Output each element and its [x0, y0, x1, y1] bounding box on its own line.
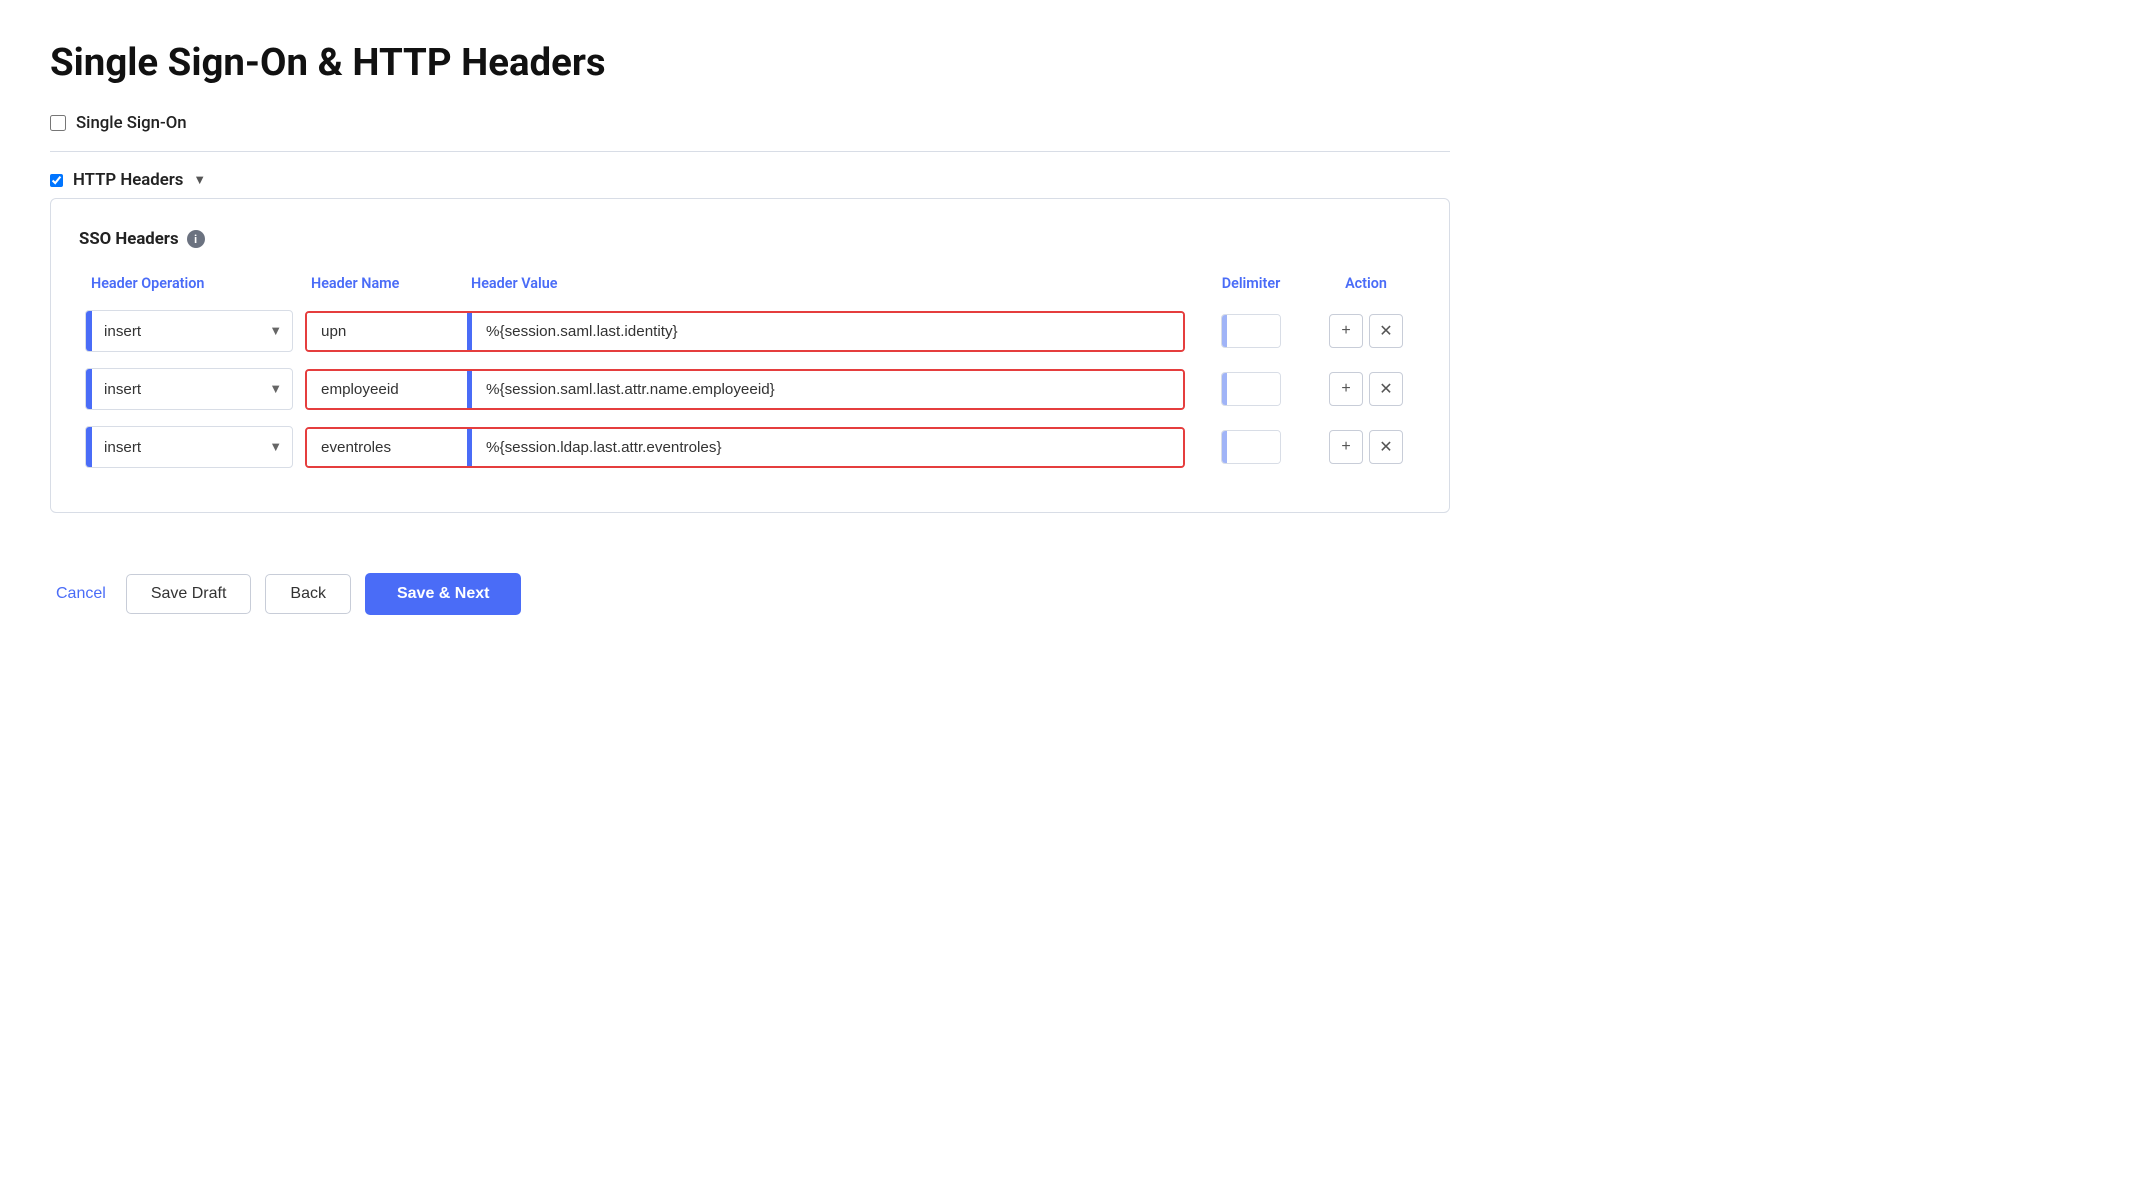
- http-headers-label[interactable]: HTTP Headers: [73, 170, 183, 190]
- remove-row-button-2[interactable]: ✕: [1369, 430, 1403, 464]
- footer: Cancel Save Draft Back Save & Next: [50, 573, 1450, 615]
- delimiter-input-1[interactable]: [1227, 373, 1281, 405]
- op-select-wrapper-1: insertreplacedelete ▼: [85, 368, 293, 410]
- add-row-button-1[interactable]: +: [1329, 372, 1363, 406]
- name-input-1[interactable]: [307, 371, 467, 408]
- name-value-cell-0: [299, 302, 1191, 360]
- sso-panel: SSO Headers i Header Operation Header Na…: [50, 198, 1450, 513]
- sso-checkbox[interactable]: [50, 115, 66, 131]
- back-button[interactable]: Back: [265, 574, 351, 614]
- http-headers-checkbox[interactable]: [50, 174, 63, 187]
- sso-table: Header Operation Header Name Header Valu…: [79, 267, 1421, 476]
- delimiter-cell-2: [1191, 418, 1311, 476]
- op-select-wrapper-2: insertreplacedelete ▼: [85, 426, 293, 468]
- name-value-cell-1: [299, 360, 1191, 418]
- delimiter-wrapper-2: [1197, 430, 1305, 464]
- name-value-wrapper-2: [305, 427, 1185, 468]
- name-value-cell-2: [299, 418, 1191, 476]
- operation-cell-2: insertreplacedelete ▼: [79, 418, 299, 476]
- delimiter-input-wrapper-1: [1221, 372, 1281, 406]
- delimiter-input-0[interactable]: [1227, 315, 1281, 347]
- sso-label[interactable]: Single Sign-On: [76, 113, 187, 133]
- action-buttons-2: + ✕: [1317, 430, 1415, 464]
- http-headers-row: HTTP Headers ▼: [50, 170, 1450, 190]
- table-header-row: Header Operation Header Name Header Valu…: [79, 267, 1421, 302]
- op-select-0[interactable]: insertreplacedelete: [92, 313, 259, 350]
- add-row-button-0[interactable]: +: [1329, 314, 1363, 348]
- value-input-0[interactable]: [472, 313, 1183, 350]
- save-next-button[interactable]: Save & Next: [365, 573, 522, 615]
- op-select-wrapper-0: insertreplacedelete ▼: [85, 310, 293, 352]
- op-select-arrow-1: ▼: [259, 381, 292, 397]
- op-select-1[interactable]: insertreplacedelete: [92, 371, 259, 408]
- table-row: insertreplacedelete ▼ + ✕: [79, 302, 1421, 360]
- info-icon[interactable]: i: [187, 230, 205, 248]
- delimiter-wrapper-1: [1197, 372, 1305, 406]
- name-input-0[interactable]: [307, 313, 467, 350]
- op-select-arrow-2: ▼: [259, 439, 292, 455]
- page-title: Single Sign-On & HTTP Headers: [50, 40, 1450, 85]
- delimiter-input-wrapper-0: [1221, 314, 1281, 348]
- operation-cell-1: insertreplacedelete ▼: [79, 360, 299, 418]
- name-input-2[interactable]: [307, 429, 467, 466]
- delimiter-wrapper-0: [1197, 314, 1305, 348]
- action-cell-2: + ✕: [1311, 418, 1421, 476]
- op-select-arrow-0: ▼: [259, 323, 292, 339]
- value-input-2[interactable]: [472, 429, 1183, 466]
- name-value-wrapper-1: [305, 369, 1185, 410]
- sso-headers-title-row: SSO Headers i: [79, 229, 1421, 249]
- table-row: insertreplacedelete ▼ + ✕: [79, 418, 1421, 476]
- delimiter-cell-1: [1191, 360, 1311, 418]
- action-cell-1: + ✕: [1311, 360, 1421, 418]
- save-draft-button[interactable]: Save Draft: [126, 574, 252, 614]
- action-buttons-0: + ✕: [1317, 314, 1415, 348]
- table-row: insertreplacedelete ▼ + ✕: [79, 360, 1421, 418]
- cancel-button[interactable]: Cancel: [50, 575, 112, 613]
- section-divider-1: [50, 151, 1450, 152]
- name-value-wrapper-0: [305, 311, 1185, 352]
- action-cell-0: + ✕: [1311, 302, 1421, 360]
- value-input-1[interactable]: [472, 371, 1183, 408]
- remove-row-button-1[interactable]: ✕: [1369, 372, 1403, 406]
- col-header-operation: Header Operation: [79, 267, 299, 302]
- col-header-value: Header Value: [459, 267, 1191, 302]
- http-headers-dropdown-arrow[interactable]: ▼: [193, 172, 206, 188]
- col-header-name: Header Name: [299, 267, 459, 302]
- remove-row-button-0[interactable]: ✕: [1369, 314, 1403, 348]
- sso-headers-label: SSO Headers: [79, 229, 179, 249]
- col-header-delimiter: Delimiter: [1191, 267, 1311, 302]
- add-row-button-2[interactable]: +: [1329, 430, 1363, 464]
- sso-checkbox-row: Single Sign-On: [50, 113, 1450, 133]
- operation-cell-0: insertreplacedelete ▼: [79, 302, 299, 360]
- delimiter-input-wrapper-2: [1221, 430, 1281, 464]
- delimiter-cell-0: [1191, 302, 1311, 360]
- col-header-action: Action: [1311, 267, 1421, 302]
- op-select-2[interactable]: insertreplacedelete: [92, 429, 259, 466]
- action-buttons-1: + ✕: [1317, 372, 1415, 406]
- delimiter-input-2[interactable]: [1227, 431, 1281, 463]
